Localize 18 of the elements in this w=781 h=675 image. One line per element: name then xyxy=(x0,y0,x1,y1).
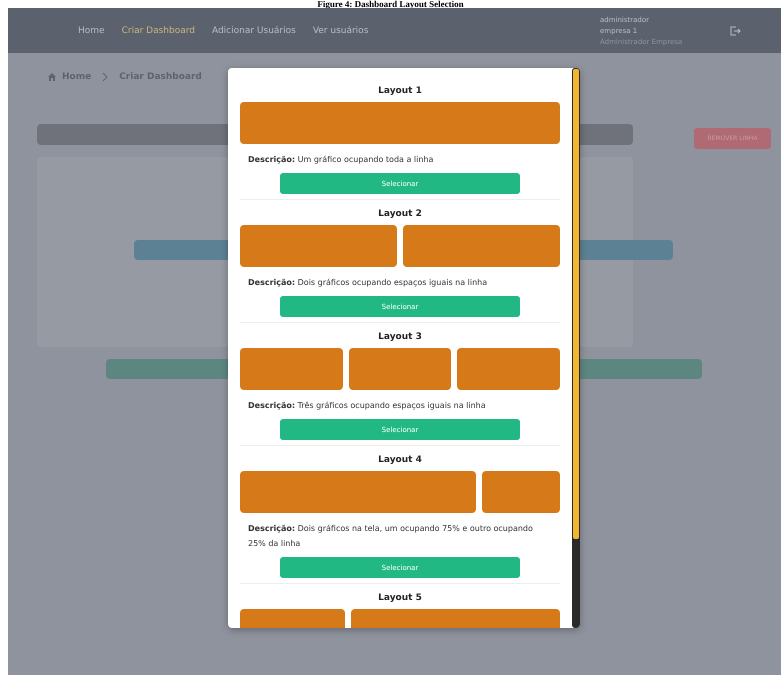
layout-title: Layout 3 xyxy=(377,331,423,344)
layout-description: Descrição: Dois gráficos ocupando espaços iguais na linha xyxy=(248,277,488,289)
logout-icon[interactable] xyxy=(729,24,741,36)
home-icon xyxy=(48,73,56,81)
layout-description: Descrição: Um gráfico ocupando toda a linha xyxy=(248,154,434,166)
nav-link[interactable]: Home xyxy=(78,26,105,36)
nav-link[interactable]: Adicionar Usuários xyxy=(212,26,296,36)
scrollbar[interactable] xyxy=(572,68,580,628)
layout-title: Layout 2 xyxy=(377,208,423,221)
chevron-icon xyxy=(101,72,110,82)
layout-title: Layout 1 xyxy=(377,85,423,98)
layout-title: Layout 5 xyxy=(377,592,423,605)
figure-caption: Figure 4: Dashboard Layout Selection xyxy=(317,0,464,8)
layout-description: Descrição: Dois gráficos na tela, um ocupando 75% e outro ocupando 25% da linha xyxy=(248,523,534,550)
nav-link[interactable]: Ver usuários xyxy=(312,26,368,36)
layout-title: Layout 4 xyxy=(377,454,423,467)
nav-link[interactable]: Criar Dashboard xyxy=(122,26,195,36)
layout-description: Descrição: Três gráficos ocupando espaços iguais na linha xyxy=(248,400,487,412)
